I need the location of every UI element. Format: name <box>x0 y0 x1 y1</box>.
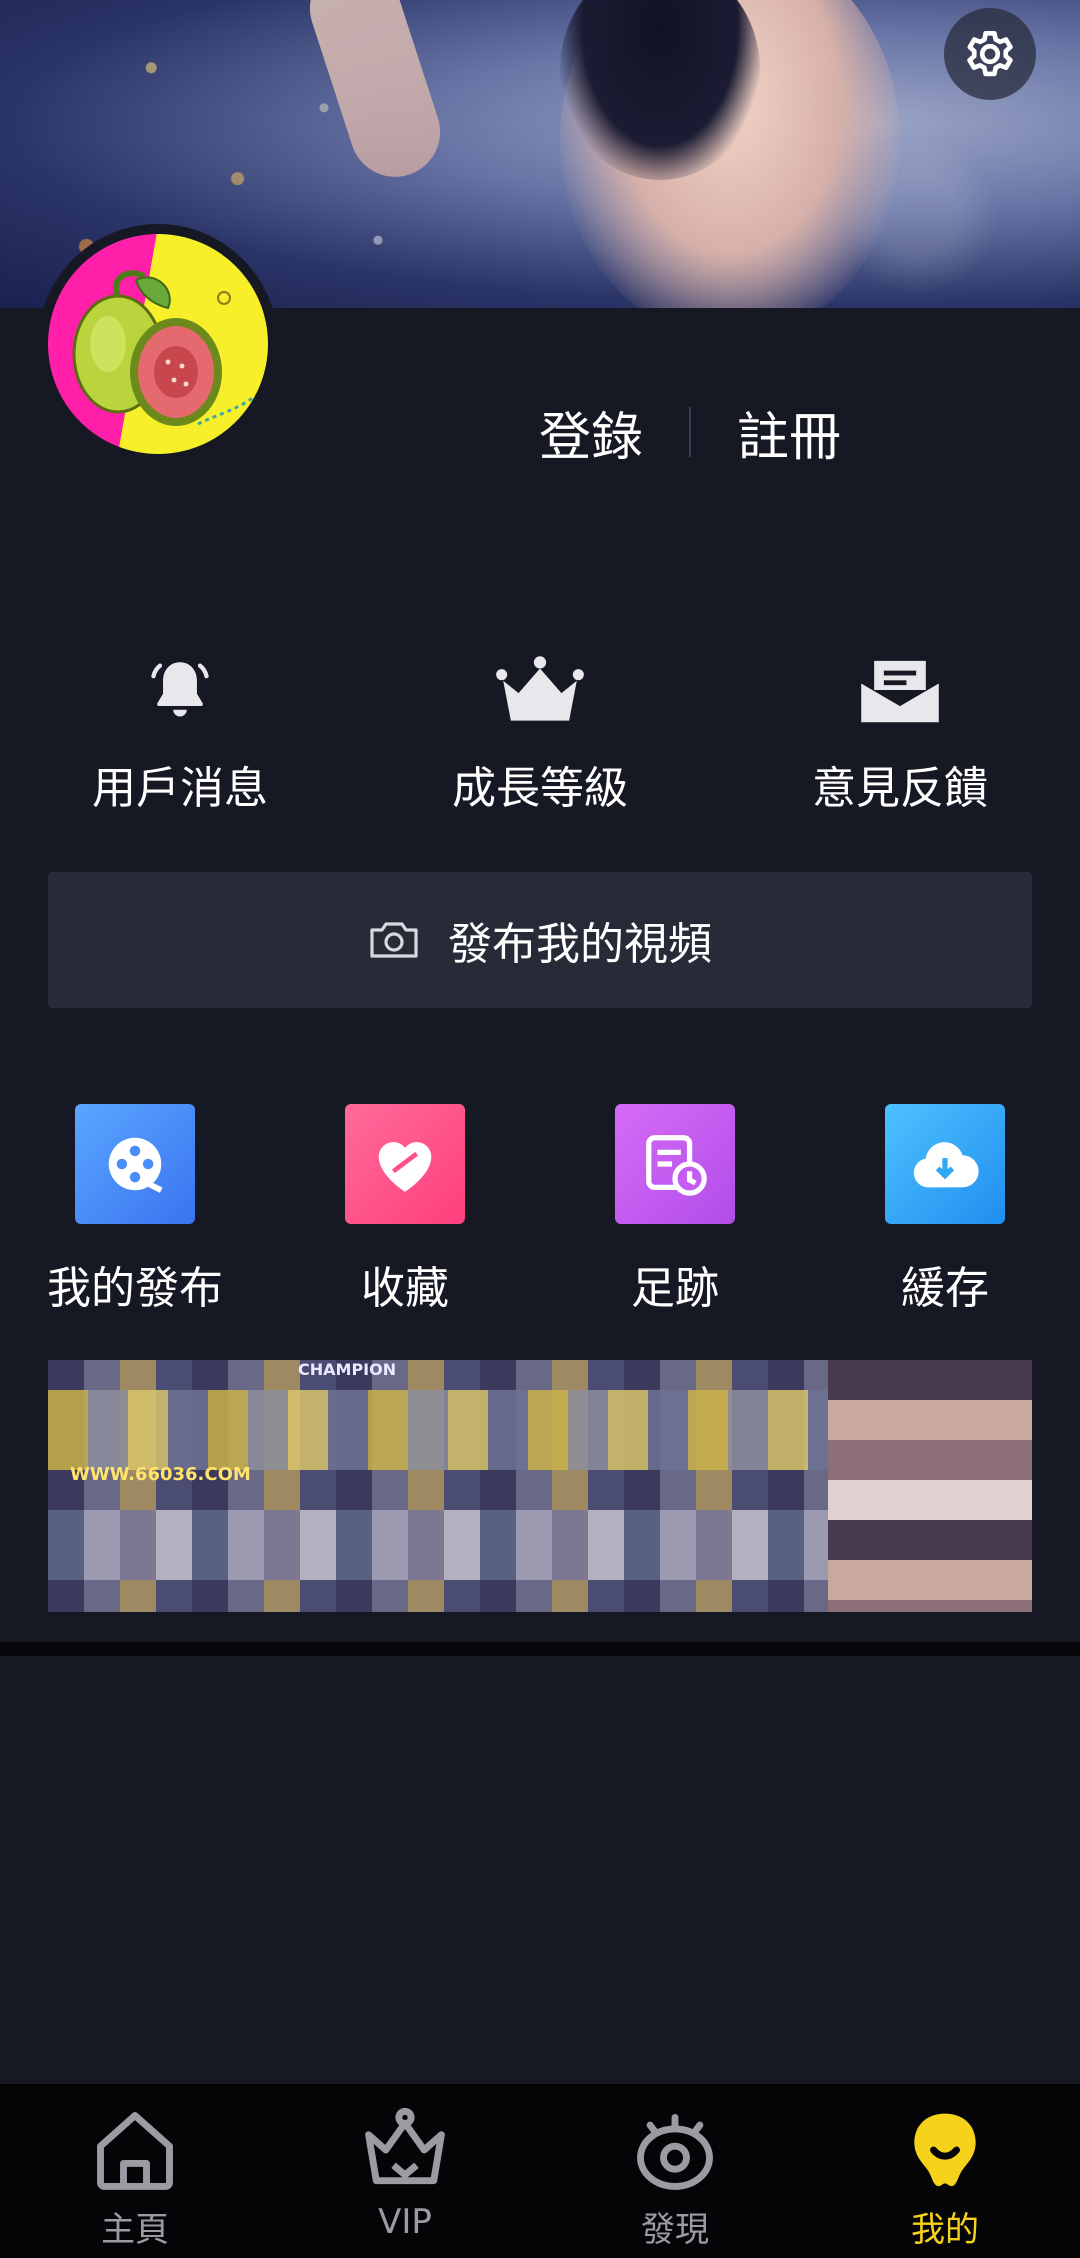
camera-icon <box>370 922 418 958</box>
bell-icon <box>151 662 209 717</box>
settings-button[interactable] <box>944 8 1036 100</box>
guava-logo-icon <box>48 234 268 454</box>
history-icon <box>646 1135 707 1196</box>
quick-actions: 用戶消息 成長等級 意見反饋 <box>0 650 1080 830</box>
login-link[interactable]: 登錄 <box>539 395 643 470</box>
history-label: 足跡 <box>631 1263 719 1314</box>
ad-top-text: CHAMPION <box>298 1360 397 1379</box>
auth-links: 登錄 註冊 <box>520 392 860 472</box>
tab-vip-label: VIP <box>378 2202 432 2242</box>
tab-discover[interactable]: 發現 <box>575 2102 775 2251</box>
crown-icon <box>365 2107 445 2185</box>
ad-url: WWW.66036.COM <box>70 1464 251 1485</box>
tab-home-label: 主頁 <box>101 2210 169 2250</box>
tab-mine-label: 我的 <box>911 2210 979 2250</box>
tab-vip[interactable]: VIP <box>305 2102 505 2242</box>
user-messages-button[interactable]: 用戶消息 <box>30 650 330 816</box>
cloud-download-icon <box>913 1142 979 1188</box>
feature-grid: 我的發布 收藏 足跡 緩存 <box>0 1104 1080 1314</box>
eye-icon <box>637 2113 713 2190</box>
tab-mine[interactable]: 我的 <box>845 2102 1045 2251</box>
publish-video-button[interactable]: 發布我的視頻 <box>48 872 1032 1008</box>
banner-photo-arm <box>298 0 452 189</box>
publish-video-label: 發布我的視頻 <box>448 919 712 970</box>
register-link[interactable]: 註冊 <box>737 395 841 470</box>
bottom-tab-bar: 主頁 VIP 發現 我的 <box>0 2084 1080 2258</box>
cache-tile <box>885 1104 1005 1224</box>
my-posts-button[interactable]: 我的發布 <box>15 1104 255 1316</box>
cache-label: 緩存 <box>901 1263 989 1314</box>
film-reel-icon <box>108 1137 163 1193</box>
feedback-button[interactable]: 意見反饋 <box>750 650 1050 816</box>
cache-button[interactable]: 緩存 <box>825 1104 1065 1316</box>
gear-icon <box>967 31 1013 77</box>
ad-banner[interactable]: WWW.66036.COM CHAMPION <box>48 1360 1032 1612</box>
crown-icon <box>496 656 584 721</box>
avatar[interactable] <box>38 224 278 464</box>
favorites-tile <box>345 1104 465 1224</box>
favorites-button[interactable]: 收藏 <box>285 1104 525 1316</box>
history-button[interactable]: 足跡 <box>555 1104 795 1316</box>
growth-level-button[interactable]: 成長等級 <box>390 650 690 816</box>
growth-level-label: 成長等級 <box>452 763 628 814</box>
profile-page: 登錄 註冊 用戶消息 成長等級 意見反饋 發布我的視頻 我的發布 收藏 足跡 緩… <box>0 0 1080 2258</box>
my-posts-tile <box>75 1104 195 1224</box>
my-posts-label: 我的發布 <box>47 1263 223 1314</box>
user-messages-label: 用戶消息 <box>92 763 268 814</box>
tab-home[interactable]: 主頁 <box>35 2102 235 2251</box>
heart-icon <box>378 1142 432 1192</box>
guava-icon <box>914 2113 976 2187</box>
tab-discover-label: 發現 <box>641 2210 709 2250</box>
ad-pixelated-strip <box>48 1510 828 1580</box>
home-icon <box>97 2112 173 2190</box>
favorites-label: 收藏 <box>361 1263 449 1314</box>
feedback-label: 意見反饋 <box>812 763 988 814</box>
auth-divider <box>689 407 691 457</box>
ad-pixelated-text <box>48 1390 828 1470</box>
history-tile <box>615 1104 735 1224</box>
ad-pixelated-image <box>828 1360 1032 1612</box>
section-divider <box>0 1642 1080 1656</box>
mail-icon <box>861 660 939 723</box>
